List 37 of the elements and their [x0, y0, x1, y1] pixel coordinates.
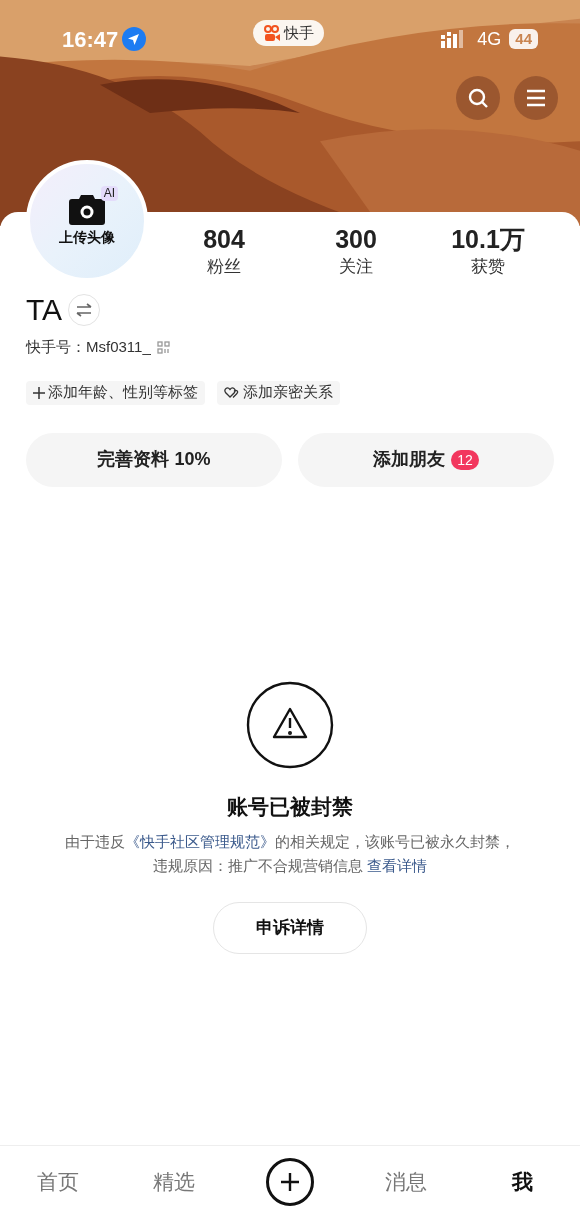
nav-tab[interactable]: 精选 — [153, 1158, 195, 1206]
camera-icon — [69, 194, 105, 225]
nav-tab[interactable]: 首页 — [37, 1158, 79, 1206]
battery-indicator: 44 — [509, 29, 538, 49]
network-label: 4G — [477, 27, 502, 51]
ban-title: 账号已被封禁 — [227, 793, 353, 820]
app-badge: 快手 — [253, 20, 324, 46]
camera-logo-icon — [263, 24, 281, 42]
nav-tab[interactable]: 消息 — [385, 1158, 427, 1206]
rules-link[interactable]: 《快手社区管理规范》 — [125, 833, 275, 850]
profile-name: TA — [26, 292, 63, 328]
stat-value: 804 — [203, 224, 245, 254]
swap-arrows-icon — [76, 303, 93, 317]
search-icon — [467, 87, 489, 109]
stat-value: 10.1万 — [451, 224, 525, 254]
profile-action-button[interactable]: 完善资料 10% — [26, 432, 282, 487]
time: 16:47 — [62, 25, 119, 54]
create-button[interactable] — [266, 1158, 314, 1206]
qr-code-icon — [156, 340, 170, 354]
ban-description: 由于违反《快手社区管理规范》的相关规定，该账号已被永久封禁，违规原因：推广不合规营销信息 查看详情 — [64, 832, 516, 876]
stat-label: 获赞 — [471, 256, 505, 278]
nav-tab[interactable]: 我 — [511, 1158, 533, 1206]
stat-label: 关注 — [339, 256, 373, 278]
user-id: 快手号：Msf0311_ — [26, 337, 151, 357]
view-details-link[interactable]: 查看详情 — [367, 857, 428, 874]
ai-badge: AI — [100, 186, 118, 201]
tag-button[interactable]: 添加年龄、性别等标签 — [26, 380, 205, 405]
stat-value: 300 — [335, 224, 377, 254]
hearts-icon — [224, 386, 240, 399]
profile-action-button[interactable]: 添加朋友 12 — [298, 432, 554, 487]
count-badge: 12 — [451, 449, 479, 470]
plus-icon — [33, 386, 45, 399]
warning-icon — [246, 680, 334, 769]
menu-icon — [525, 89, 547, 107]
stat-label: 粉丝 — [207, 256, 241, 278]
tag-button[interactable]: 添加亲密关系 — [217, 380, 340, 405]
plus-icon — [281, 1173, 299, 1191]
